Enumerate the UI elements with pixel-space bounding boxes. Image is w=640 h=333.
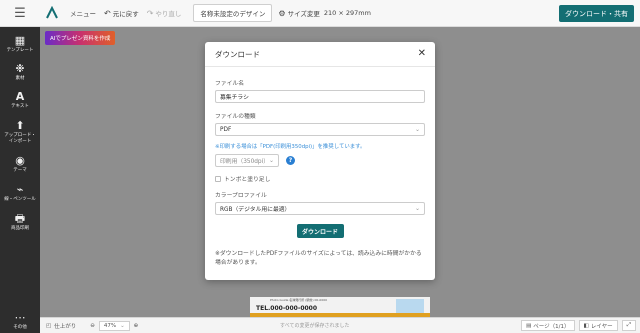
redo-icon: ↷	[146, 8, 154, 18]
sidebar-item-label: テーマ	[13, 167, 27, 173]
color-profile-label: カラープロファイル	[215, 193, 267, 199]
sidebar-item-label: テキスト	[11, 103, 29, 109]
chevron-down-icon: ⌄	[120, 322, 125, 329]
size-change-label: サイズ変更	[287, 10, 320, 18]
crop-marks-label: トンボと塗り足し	[224, 177, 271, 183]
document-page[interactable]: Photo Guide 名簿発行所 (駅前) 00-0000 TEL.000-0…	[250, 297, 430, 317]
left-sidebar: ▦ テンプレート ❉ 素材 A テキスト ⬆ アップロード・ インポート ◉ テ…	[0, 27, 40, 333]
zoom-select[interactable]: 47% ⌄	[98, 320, 130, 331]
printer-icon: 🖶	[14, 211, 26, 225]
palette-icon: ◉	[15, 153, 25, 167]
zoom-in-icon: ⊕	[133, 322, 139, 329]
zoom-out-icon: ⊖	[90, 322, 95, 329]
layers-icon: ◧	[583, 322, 589, 329]
sidebar-item-label: 線・ペンツール	[4, 196, 36, 202]
layer-button[interactable]: ◧ レイヤー	[578, 320, 618, 331]
filename-label: ファイル名	[215, 81, 244, 87]
sidebar-item-theme[interactable]: ◉ テーマ	[0, 150, 40, 178]
undo-label: 元に戻す	[112, 10, 139, 18]
gear-icon: ⚙	[278, 8, 286, 18]
dialog-body: ファイル名 募集チラシ ファイルの種類 PDF ⌄ ※印刷する場合は「PDF(印刷…	[205, 67, 435, 268]
quality-select[interactable]: 印刷用（350dpi） ⌄	[215, 154, 279, 167]
document-tel-text: TEL.000-000-0000	[256, 305, 318, 312]
sidebar-item-print[interactable]: 🖶 商品印刷	[0, 208, 40, 236]
filetype-select[interactable]: PDF ⌄	[215, 123, 425, 136]
dialog-header: ダウンロード	[205, 42, 435, 67]
sidebar-item-label: 商品印刷	[11, 225, 29, 231]
zoom-out-button[interactable]: ⊖	[90, 323, 95, 329]
hamburger-menu-icon[interactable]: ☰	[0, 0, 40, 27]
redo-button[interactable]: ↷ やり直し	[146, 8, 182, 19]
text-icon: A	[15, 89, 25, 103]
dialog-title: ダウンロード	[215, 49, 260, 59]
download-dialog: ダウンロード ✕ ファイル名 募集チラシ ファイルの種類 PDF ⌄ ※印刷する場…	[205, 42, 435, 280]
zoom-in-button[interactable]: ⊕	[134, 323, 139, 329]
quality-value: 印刷用（350dpi）	[220, 159, 270, 165]
size-change-button[interactable]: ⚙ サイズ変更 210 × 297mm	[278, 8, 371, 19]
layer-label: レイヤー	[590, 323, 613, 330]
top-toolbar: ☰ メニュー ↶ 元に戻す ↷ やり直し 名称未設定のデザイン ⚙ サイズ変更 210 …	[0, 0, 640, 27]
more-icon: ⋯	[14, 310, 26, 324]
filetype-label: ファイルの種類	[215, 114, 256, 120]
document-small-text: Photo Guide 名簿発行所 (駅前) 00-0000	[270, 298, 328, 302]
undo-button[interactable]: ↶ 元に戻す	[104, 8, 139, 19]
chevron-down-icon: ⌄	[268, 157, 274, 164]
download-button[interactable]: ダウンロード	[296, 224, 344, 238]
sidebar-item-label: その他	[13, 324, 27, 330]
sidebar-item-text[interactable]: A テキスト	[0, 86, 40, 114]
template-icon: ▦	[14, 33, 26, 47]
sidebar-item-upload[interactable]: ⬆ アップロード・ インポート	[0, 114, 40, 150]
download-share-button[interactable]: ダウンロード・共有	[559, 5, 634, 22]
download-footnote: ※ダウンロードしたPDFファイルのサイズによっては、読み込みに時間がかかる場合が…	[215, 251, 422, 266]
save-status: すべての変更が保存されました	[280, 323, 350, 329]
sidebar-item-label: テンプレート	[6, 47, 34, 53]
finish-label: 仕上がり	[54, 323, 77, 330]
design-name-field[interactable]: 名称未設定のデザイン	[193, 4, 273, 22]
finish-toggle[interactable]: ◰ 仕上がり	[46, 322, 76, 330]
sidebar-item-label: 素材	[15, 75, 25, 81]
page-label: ページ（1/1）	[533, 323, 570, 330]
size-value: 210 × 297mm	[323, 9, 371, 17]
sidebar-item-line-pen[interactable]: ⌁ 線・ペンツール	[0, 178, 40, 208]
fullscreen-icon: ⤢	[626, 322, 631, 328]
ai-presentation-button[interactable]: AIでプレゼン資料を作成	[45, 31, 116, 45]
bottom-toolbar: ◰ 仕上がり ⊖ 47% ⌄ ⊕ すべての変更が保存されました ▤ ページ（1/1） …	[40, 317, 640, 333]
color-profile-select[interactable]: RGB（デジタル用に最適） ⌄	[215, 202, 425, 215]
color-profile-value: RGB（デジタル用に最適）	[220, 207, 291, 213]
help-icon[interactable]: ?	[286, 156, 295, 165]
filename-value: 募集チラシ	[220, 95, 249, 101]
redo-label: やり直し	[155, 10, 182, 18]
filetype-value: PDF	[220, 126, 232, 133]
pages-icon: ▤	[526, 322, 532, 329]
materials-icon: ❉	[15, 61, 25, 75]
page-button[interactable]: ▤ ページ（1/1）	[521, 320, 575, 331]
chevron-down-icon: ⌄	[414, 205, 420, 212]
close-icon[interactable]: ✕	[418, 48, 426, 59]
sidebar-item-label: アップロード・ インポート	[4, 132, 36, 144]
crop-icon: ◰	[46, 322, 52, 329]
document-illustration	[396, 299, 424, 313]
fullscreen-button[interactable]: ⤢	[621, 320, 636, 331]
sidebar-item-more[interactable]: ⋯ その他	[0, 309, 40, 333]
crop-marks-checkbox[interactable]	[215, 175, 221, 182]
crop-marks-option[interactable]: トンボと塗り足し	[215, 174, 425, 183]
chevron-down-icon: ⌄	[414, 126, 420, 133]
pen-tool-icon: ⌁	[16, 182, 24, 196]
print-recommendation-note: ※印刷する場合は「PDF(印刷用350dpi)」を推奨しています。	[215, 144, 366, 150]
app-logo[interactable]	[40, 0, 64, 27]
zoom-value: 47%	[103, 322, 117, 329]
undo-icon: ↶	[104, 8, 111, 18]
sidebar-item-template[interactable]: ▦ テンプレート	[0, 30, 40, 58]
filename-input[interactable]: 募集チラシ	[215, 90, 425, 103]
sidebar-item-materials[interactable]: ❉ 素材	[0, 58, 40, 86]
menu-button[interactable]: メニュー	[70, 8, 96, 18]
upload-icon: ⬆	[15, 118, 25, 132]
